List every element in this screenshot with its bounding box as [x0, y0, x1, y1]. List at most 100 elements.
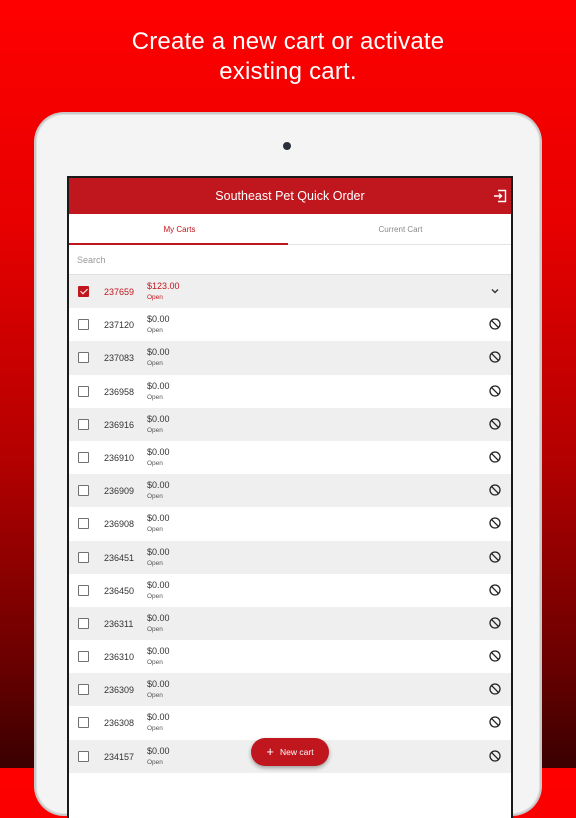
- block-icon[interactable]: [489, 683, 501, 695]
- cart-amount: $0.00: [147, 480, 170, 491]
- cart-checkbox[interactable]: [78, 518, 89, 530]
- cart-row[interactable]: 237120 $0.00 Open: [69, 308, 511, 341]
- cart-amount: $0.00: [147, 347, 170, 358]
- cart-amount: $0.00: [147, 446, 170, 457]
- cart-checkbox[interactable]: [78, 750, 89, 762]
- block-icon[interactable]: [489, 550, 501, 563]
- chevron-down-icon[interactable]: [489, 285, 501, 297]
- cart-status: Open: [147, 692, 163, 700]
- new-cart-label: New cart: [280, 747, 314, 757]
- cart-row[interactable]: 236908 $0.00 Open: [69, 507, 511, 540]
- cart-amount: $0.00: [147, 314, 170, 325]
- camera-dot: [283, 142, 291, 150]
- block-icon[interactable]: [489, 318, 501, 330]
- block-icon[interactable]: [489, 617, 501, 629]
- cart-amount: $0.00: [147, 546, 170, 557]
- cart-checkbox[interactable]: [78, 385, 89, 397]
- block-icon[interactable]: [489, 418, 501, 430]
- app-title: Southeast Pet Quick Order: [215, 189, 365, 203]
- cart-amount: $0.00: [147, 513, 170, 524]
- cart-id: 236450: [104, 585, 135, 596]
- cart-checkbox[interactable]: [78, 286, 89, 297]
- block-icon[interactable]: [489, 584, 501, 596]
- cart-status: Open: [147, 559, 163, 567]
- block-icon[interactable]: [489, 716, 501, 729]
- app-bar: Southeast Pet Quick Order: [69, 178, 511, 214]
- block-icon[interactable]: [489, 384, 501, 397]
- tab-current-cart[interactable]: Current Cart: [290, 214, 511, 244]
- cart-amount: $0.00: [147, 380, 170, 391]
- app-screen: Southeast Pet Quick Order My Carts Curre…: [67, 176, 513, 818]
- cart-id: 236910: [104, 452, 135, 463]
- cart-id: 237659: [104, 287, 135, 297]
- cart-row[interactable]: 236310 $0.00 Open: [69, 640, 511, 673]
- cart-status: Open: [147, 393, 163, 401]
- cart-row[interactable]: 236916 $0.00 Open: [69, 407, 511, 441]
- cart-row[interactable]: 236311 $0.00 Open: [69, 606, 511, 641]
- cart-row[interactable]: 237083 $0.00 Open: [69, 341, 511, 375]
- block-icon[interactable]: [489, 749, 501, 762]
- cart-id: 236310: [104, 652, 135, 663]
- cart-id: 236311: [104, 618, 134, 629]
- cart-id: 236308: [104, 718, 135, 729]
- promo-headline: Create a new cart or activate existing c…: [0, 27, 576, 87]
- cart-checkbox[interactable]: [78, 418, 89, 430]
- cart-checkbox[interactable]: [78, 651, 89, 663]
- cart-checkbox[interactable]: [78, 485, 89, 497]
- cart-status: Open: [147, 625, 163, 633]
- cart-amount: $0.00: [147, 745, 170, 756]
- plus-icon: +: [266, 744, 275, 759]
- block-icon[interactable]: [489, 484, 501, 496]
- cart-checkbox[interactable]: [78, 451, 89, 463]
- block-icon[interactable]: [489, 650, 501, 662]
- cart-checkbox[interactable]: [78, 584, 89, 596]
- cart-amount: $0.00: [147, 646, 170, 657]
- cart-checkbox[interactable]: [78, 684, 89, 696]
- cart-id: 236916: [104, 419, 135, 430]
- cart-row[interactable]: 236309 $0.00 Open: [69, 673, 511, 707]
- cart-id: 236309: [104, 685, 135, 696]
- cart-status: Open: [147, 459, 163, 467]
- cart-row[interactable]: 236308 $0.00 Open: [69, 706, 511, 739]
- cart-amount: $0.00: [147, 413, 170, 424]
- block-icon[interactable]: [489, 451, 501, 463]
- cart-id: 236908: [104, 519, 135, 530]
- cart-amount: $123.00: [147, 281, 180, 291]
- cart-checkbox[interactable]: [78, 352, 89, 364]
- cart-status: Open: [147, 758, 163, 766]
- cart-status: Open: [147, 725, 163, 733]
- cart-status: Open: [147, 526, 163, 534]
- cart-status: Open: [147, 493, 163, 501]
- cart-id: 237083: [104, 353, 135, 364]
- block-icon[interactable]: [489, 517, 501, 529]
- logout-icon[interactable]: [493, 189, 507, 203]
- cart-status: Open: [147, 426, 163, 434]
- cart-row[interactable]: 237659 $123.00 Open: [69, 275, 511, 309]
- cart-row[interactable]: 236909 $0.00 Open: [69, 474, 511, 508]
- cart-status: Open: [147, 360, 163, 368]
- tab-my-carts[interactable]: My Carts: [69, 214, 290, 244]
- cart-checkbox[interactable]: [78, 617, 89, 629]
- cart-status: Open: [147, 327, 163, 335]
- cart-id: 237120: [104, 320, 135, 331]
- cart-status: Open: [147, 592, 163, 600]
- cart-row[interactable]: 236910 $0.00 Open: [69, 441, 511, 474]
- active-tab-indicator: [69, 243, 288, 245]
- cart-checkbox[interactable]: [78, 551, 89, 563]
- promo-headline-line-2: existing cart.: [219, 58, 357, 85]
- cart-row[interactable]: 236958 $0.00 Open: [69, 375, 511, 408]
- promo-headline-line-1: Create a new cart or activate: [131, 28, 445, 55]
- cart-row[interactable]: 236450 $0.00 Open: [69, 574, 511, 607]
- cart-amount: $0.00: [147, 579, 170, 590]
- search-input[interactable]: [75, 253, 479, 266]
- block-icon[interactable]: [489, 351, 501, 364]
- cart-amount: $0.00: [147, 679, 170, 690]
- new-cart-button[interactable]: + New cart: [251, 738, 329, 766]
- cart-row[interactable]: 236451 $0.00 Open: [69, 540, 511, 574]
- tab-bar: My Carts Current Cart: [69, 214, 511, 245]
- cart-status: Open: [147, 294, 163, 301]
- search-bar: [69, 245, 511, 275]
- cart-id: 236958: [104, 386, 135, 397]
- cart-checkbox[interactable]: [78, 717, 89, 729]
- cart-checkbox[interactable]: [78, 319, 89, 331]
